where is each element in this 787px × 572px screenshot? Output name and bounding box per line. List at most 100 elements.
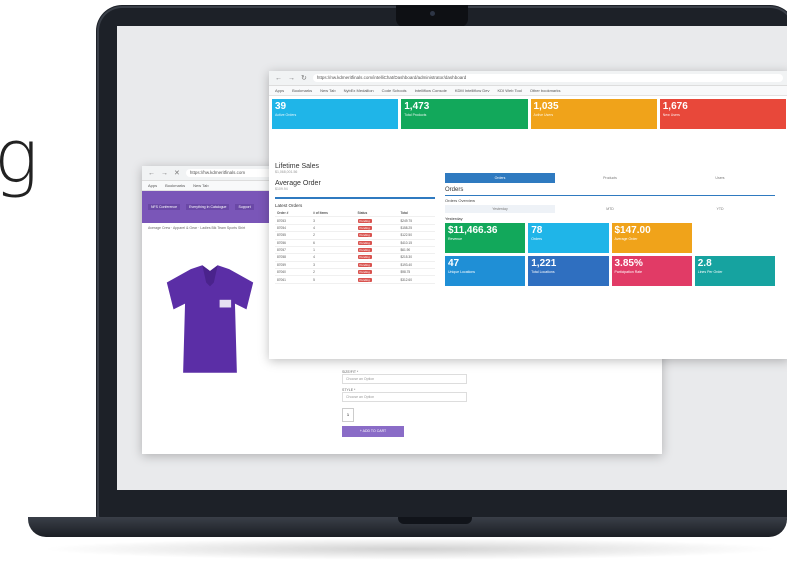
active-orders-tile[interactable]: 39 Active Orders	[272, 99, 399, 129]
tile-label: Lines Per Order	[697, 270, 723, 274]
back-arrow-icon[interactable]: ←	[275, 75, 282, 82]
product-options-form: SIZE/FIT * Choose an Option STYLE * Choo…	[342, 366, 467, 437]
total-products-tile[interactable]: 1,473 Total Products	[401, 99, 528, 129]
forward-arrow-icon[interactable]: →	[161, 170, 168, 177]
laptop-notch	[396, 5, 468, 27]
sales-column: Lifetime Sales $1,068,001.56 Average Ord…	[275, 157, 435, 284]
laptop-shadow	[40, 538, 780, 560]
laptop-screen: ← → ✕ https://hw.kdmeritfinals.com Apps …	[117, 26, 787, 490]
bookmark-item[interactable]: Apps	[148, 183, 157, 188]
size-select[interactable]: Choose an Option	[342, 374, 467, 384]
order-total: $215.30	[398, 253, 435, 262]
table-row[interactable]: 87060 2 Pending $98.75	[275, 268, 435, 277]
orders-tile[interactable]: 78 Orders	[528, 223, 609, 253]
tile-label: Orders	[531, 237, 542, 241]
status-badge: Pending	[357, 248, 372, 253]
bookmark-item[interactable]: KDM Intelliflow Dev	[455, 88, 490, 93]
store-nav-item[interactable]: Support	[235, 204, 254, 210]
tile-label: New Users	[662, 113, 680, 117]
add-to-cart-button[interactable]: + ADD TO CART	[342, 426, 404, 437]
tile-label: Unique Locations	[448, 270, 476, 274]
bookmark-item[interactable]: Apps	[275, 88, 284, 93]
status-badge: Pending	[357, 225, 372, 230]
style-select[interactable]: Choose an Option	[342, 392, 467, 402]
bookmark-item[interactable]: NybEx Medallion	[344, 88, 374, 93]
close-icon[interactable]: ✕	[174, 169, 180, 177]
table-row[interactable]: 87061 5 Pending $312.60	[275, 275, 435, 284]
order-total: $61.90	[398, 246, 435, 255]
order-number: 87055	[275, 231, 312, 240]
tile-label: Participation Rate	[614, 270, 643, 274]
table-row[interactable]: 87054 4 Pending $158.25	[275, 224, 435, 233]
unique-locations-tile[interactable]: 47 Unique Locations	[445, 256, 526, 286]
store-nav-item[interactable]: Everything In Catalogue	[186, 204, 230, 210]
bookmark-item[interactable]: Intelliflow Console	[415, 88, 447, 93]
tab-ytd[interactable]: YTD	[665, 205, 775, 213]
bookmark-item[interactable]: Code Schools	[382, 88, 407, 93]
item-count: 1	[311, 246, 356, 255]
orders-panel: Orders Products Users Orders Orders Over…	[445, 173, 775, 286]
revenue-tile[interactable]: $11,466.36 Revenue	[445, 223, 526, 253]
order-total: $249.75	[398, 216, 435, 225]
order-total: $410.15	[398, 239, 435, 247]
bookmark-item[interactable]: New Tab	[320, 88, 336, 93]
forward-arrow-icon[interactable]: →	[288, 75, 295, 82]
tab-mtd[interactable]: MTD	[555, 205, 665, 213]
average-order-tile[interactable]: $147.00 Average Order	[611, 223, 692, 253]
tile-label: Total Locations	[531, 270, 555, 274]
front-bookmarks-bar: Apps Bookmarks New Tab NybEx Medallion C…	[269, 86, 787, 96]
item-count: 5	[311, 275, 356, 284]
tab-users[interactable]: Users	[665, 173, 775, 183]
store-nav-item[interactable]: NFS Conference	[148, 204, 181, 210]
metrics-grid: $11,466.36 Revenue 78 Orders $147.00 Averag…	[445, 223, 775, 286]
table-row[interactable]: 87055 2 Pending $122.50	[275, 231, 435, 240]
item-count: 2	[311, 268, 356, 277]
tab-orders[interactable]: Orders	[445, 173, 555, 183]
tile-value: $147.00	[614, 225, 651, 236]
order-total: $158.25	[398, 224, 435, 233]
table-row[interactable]: 87057 1 Pending $61.90	[275, 246, 435, 255]
quantity-input[interactable]: 1	[342, 408, 354, 422]
bookmark-item[interactable]: Bookmarks	[165, 183, 185, 188]
participation-rate-tile[interactable]: 3.85% Participation Rate	[611, 256, 692, 286]
bookmark-item[interactable]: Bookmarks	[292, 88, 312, 93]
dashboard-browser-window: ← → ↻ https://nw.kdmeritfinals.com/intel…	[269, 71, 787, 359]
item-count: 6	[311, 239, 356, 247]
lines-per-order-tile[interactable]: 2.8 Lines Per Order	[694, 256, 775, 286]
bookmark-item[interactable]: Other bookmarks	[530, 88, 561, 93]
bookmark-item[interactable]: KDI Web Tool	[498, 88, 522, 93]
tile-label: Active Orders	[275, 113, 297, 117]
tile-label: Revenue	[448, 237, 463, 241]
back-arrow-icon[interactable]: ←	[148, 170, 155, 177]
front-address-input[interactable]: https://nw.kdmeritfinals.com/intelliChat…	[312, 74, 783, 82]
order-number: 87057	[275, 246, 312, 255]
laptop-base-lip	[398, 517, 472, 524]
item-count: 2	[311, 231, 356, 240]
total-locations-tile[interactable]: 1,221 Total Locations	[528, 256, 609, 286]
item-count: 3	[311, 261, 356, 270]
bookmark-item[interactable]: New Tab	[193, 183, 209, 188]
active-users-tile[interactable]: 1,035 Active Users	[530, 99, 657, 129]
new-users-tile[interactable]: 1,676 New Users	[659, 99, 786, 129]
table-row[interactable]: 87058 4 Pending $215.30	[275, 253, 435, 262]
table-row[interactable]: 87053 3 Pending $249.75	[275, 216, 435, 225]
item-count: 4	[311, 224, 356, 233]
tab-yesterday[interactable]: Yesterday	[445, 205, 555, 213]
status-badge: Pending	[357, 255, 372, 260]
tile-value: 1,676	[662, 101, 688, 112]
tab-products[interactable]: Products	[555, 173, 665, 183]
item-count: 3	[311, 216, 356, 225]
camera-icon	[430, 11, 435, 16]
table-row[interactable]: 87059 3 Pending $193.40	[275, 261, 435, 270]
table-header-row: Order # # of Items Status Total	[275, 210, 435, 218]
average-order-title: Average Order	[275, 180, 321, 187]
table-row[interactable]: 87056 6 Pending $410.15	[275, 239, 435, 247]
dashboard-tabs: Orders Products Users	[445, 173, 775, 183]
period-tabs: Yesterday MTD YTD	[445, 205, 775, 213]
reload-icon[interactable]: ↻	[301, 74, 307, 82]
status-badge: Pending	[357, 277, 372, 282]
status-badge: Pending	[357, 240, 372, 245]
tile-label: Average Order	[614, 237, 638, 241]
front-url-bar: ← → ↻ https://nw.kdmeritfinals.com/intel…	[269, 71, 787, 86]
order-number: 87058	[275, 253, 312, 262]
